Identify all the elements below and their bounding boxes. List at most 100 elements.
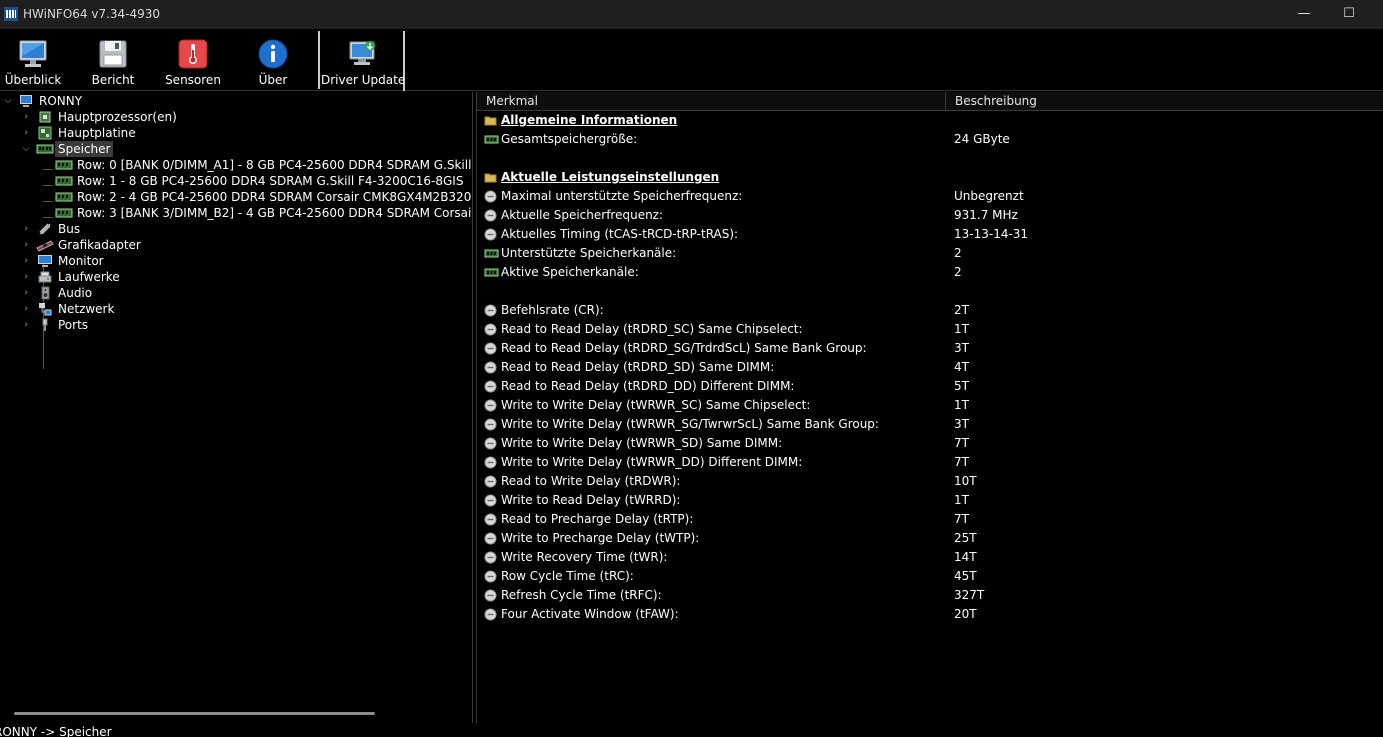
timing-label: Read to Read Delay (tRDRD_DD) Different … [501, 379, 795, 393]
timing-row[interactable]: Write to Precharge Delay (tWTP): 25T [477, 529, 1383, 548]
detail-row[interactable]: Gesamtspeichergröße: 24 GByte [477, 130, 1383, 149]
timing-row[interactable]: Write to Read Delay (tWRRD): 1T [477, 491, 1383, 510]
tree-item-ports[interactable]: › Ports [0, 317, 472, 333]
tree-item-gpu[interactable]: › Grafikadapter [0, 237, 472, 253]
timing-row[interactable]: Read to Read Delay (tRDRD_SG/TrdrdScL) S… [477, 339, 1383, 358]
toolbar: Überblick Bericht Sensoren Über Driver U… [0, 29, 1383, 91]
minimize-button[interactable]: — [1281, 0, 1327, 29]
timing-row[interactable]: Write to Write Delay (tWRWR_SC) Same Chi… [477, 396, 1383, 415]
drives-icon [38, 271, 52, 283]
timing-row[interactable]: Read to Read Delay (tRDRD_DD) Different … [477, 377, 1383, 396]
tree-item-drives[interactable]: › Laufwerke [0, 269, 472, 285]
detail-value: 2 [954, 246, 962, 260]
timing-value: 10T [954, 474, 977, 488]
tree-item-audio[interactable]: › Audio [0, 285, 472, 301]
timing-row[interactable]: Read to Read Delay (tRDRD_SD) Same DIMM:… [477, 358, 1383, 377]
timing-label: Write to Write Delay (tWRWR_SD) Same DIM… [501, 436, 783, 450]
chevron-right-icon[interactable]: › [21, 269, 31, 285]
timing-row[interactable]: Four Activate Window (tFAW): 20T [477, 605, 1383, 624]
overview-button[interactable]: Überblick [0, 31, 66, 89]
column-header-description[interactable]: Beschreibung [955, 94, 1037, 108]
timing-row[interactable]: Write to Write Delay (tWRWR_SD) Same DIM… [477, 434, 1383, 453]
detail-row[interactable]: Maximal unterstützte Speicherfrequenz: Un… [477, 187, 1383, 206]
detail-label: Gesamtspeichergröße: [501, 132, 638, 146]
info-circle-icon [484, 570, 497, 583]
tree-item-bus[interactable]: › Bus [0, 221, 472, 237]
detail-value: 2 [954, 265, 962, 279]
tree-item-memory[interactable]: ⌵ Speicher [0, 141, 472, 157]
memory-icon [36, 144, 54, 154]
info-circle-icon [484, 532, 497, 545]
tree-root-label: RONNY [39, 94, 83, 108]
sensors-button[interactable]: Sensoren [160, 31, 226, 89]
monitor-overview-icon [19, 40, 47, 67]
chevron-right-icon[interactable]: › [21, 317, 31, 333]
info-circle-icon [484, 304, 497, 317]
tree-item-network[interactable]: › Netzwerk [0, 301, 472, 317]
info-circle-icon [484, 190, 497, 203]
chevron-right-icon[interactable]: › [21, 221, 31, 237]
close-button[interactable] [1371, 0, 1383, 29]
timing-row[interactable]: Befehlsrate (CR): 2T [477, 301, 1383, 320]
chevron-down-icon[interactable]: ⌵ [3, 93, 13, 109]
detail-row[interactable]: Aktuelles Timing (tCAS-tRCD-tRP-tRAS): 13… [477, 225, 1383, 244]
tree-item-memory-row-3[interactable]: Row: 3 [BANK 3/DIMM_B2] - 4 GB PC4-25600… [0, 205, 472, 221]
hwinfo-app-icon [4, 7, 18, 21]
info-circle-icon [484, 456, 497, 469]
detail-panel: Merkmal Beschreibung Allgemeine Informat… [476, 92, 1383, 723]
scrollbar-thumb[interactable] [14, 712, 375, 715]
detail-row[interactable]: Aktuelle Speicherfrequenz: 931.7 MHz [477, 206, 1383, 225]
info-icon [258, 39, 288, 69]
tree-horizontal-scrollbar[interactable] [0, 705, 472, 723]
report-button[interactable]: Bericht [80, 31, 146, 89]
info-circle-icon [484, 475, 497, 488]
info-circle-icon [484, 228, 497, 241]
tree-item-motherboard[interactable]: › Hauptplatine [0, 125, 472, 141]
timing-label: Row Cycle Time (tRC): [501, 569, 634, 583]
timing-value: 20T [954, 607, 977, 621]
timing-row[interactable]: Read to Write Delay (tRDWR): 10T [477, 472, 1383, 491]
chevron-right-icon[interactable]: › [21, 301, 31, 317]
timing-row[interactable]: Write to Write Delay (tWRWR_SG/TwrwrScL)… [477, 415, 1383, 434]
timing-label: Write Recovery Time (tWR): [501, 550, 668, 564]
timing-label: Read to Read Delay (tRDRD_SD) Same DIMM: [501, 360, 775, 374]
section-row-performance[interactable]: Aktuelle Leistungseinstellungen [477, 168, 1383, 187]
section-row-general[interactable]: Allgemeine Informationen [477, 111, 1383, 130]
memory-module-icon [55, 208, 73, 218]
computer-icon [20, 95, 32, 107]
detail-row[interactable]: Unterstützte Speicherkanäle: 2 [477, 244, 1383, 263]
column-header-feature[interactable]: Merkmal [486, 94, 538, 108]
chevron-down-icon[interactable]: ⌵ [21, 141, 31, 157]
monitor-icon [38, 255, 52, 267]
memory-row-label: Row: 2 - 4 GB PC4-25600 DDR4 SDRAM Corsa… [77, 190, 473, 204]
chevron-right-icon[interactable]: › [21, 253, 31, 269]
detail-label: Aktive Speicherkanäle: [501, 265, 639, 279]
tree-item-memory-row-2[interactable]: Row: 2 - 4 GB PC4-25600 DDR4 SDRAM Corsa… [0, 189, 473, 205]
column-divider[interactable] [945, 92, 946, 111]
device-tree[interactable]: ⌵ RONNY › Hauptprozessor(en) › Hauptplat… [0, 92, 473, 723]
chevron-right-icon[interactable]: › [21, 237, 31, 253]
tree-item-memory-row-1[interactable]: Row: 1 - 8 GB PC4-25600 DDR4 SDRAM G.Ski… [0, 173, 472, 189]
timing-row[interactable]: Read to Precharge Delay (tRTP): 7T [477, 510, 1383, 529]
tree-item-monitor[interactable]: › Monitor [0, 253, 472, 269]
memory-module-icon [55, 160, 73, 170]
tree-item-memory-row-0[interactable]: Row: 0 [BANK 0/DIMM_A1] - 8 GB PC4-25600… [0, 157, 472, 173]
timing-value: 1T [954, 322, 969, 336]
timing-label: Read to Precharge Delay (tRTP): [501, 512, 694, 526]
detail-row[interactable]: Aktive Speicherkanäle: 2 [477, 263, 1383, 282]
timing-value: 1T [954, 398, 969, 412]
chevron-right-icon[interactable]: › [21, 125, 31, 141]
timing-row[interactable]: Refresh Cycle Time (tRFC): 327T [477, 586, 1383, 605]
info-circle-icon [484, 209, 497, 222]
timing-row[interactable]: Read to Read Delay (tRDRD_SC) Same Chips… [477, 320, 1383, 339]
timing-row[interactable]: Write to Write Delay (tWRWR_DD) Differen… [477, 453, 1383, 472]
timing-row[interactable]: Write Recovery Time (tWR): 14T [477, 548, 1383, 567]
chevron-right-icon[interactable]: › [21, 285, 31, 301]
tree-item-cpu[interactable]: › Hauptprozessor(en) [0, 109, 472, 125]
about-button[interactable]: Über [240, 31, 306, 89]
driver-update-button[interactable]: Driver Update [321, 31, 405, 91]
chevron-right-icon[interactable]: › [21, 109, 31, 125]
tree-root-ronny[interactable]: ⌵ RONNY [0, 93, 472, 109]
maximize-button[interactable]: ☐ [1326, 0, 1372, 29]
timing-row[interactable]: Row Cycle Time (tRC): 45T [477, 567, 1383, 586]
